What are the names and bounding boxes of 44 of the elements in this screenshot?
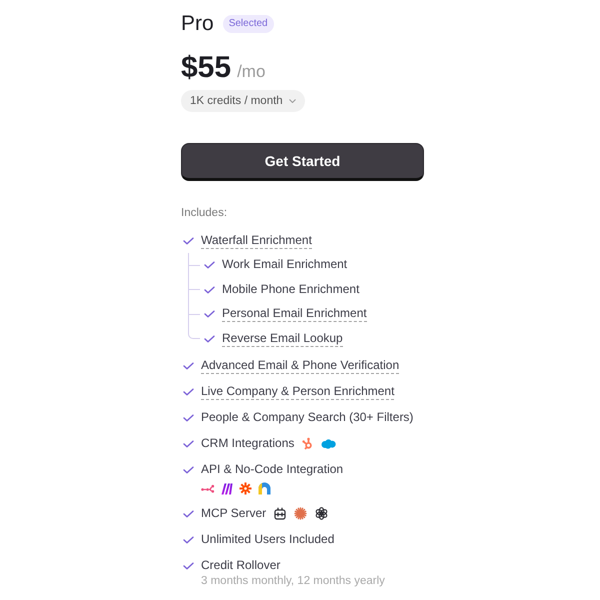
- get-started-button[interactable]: Get Started: [181, 143, 424, 181]
- check-icon: [204, 261, 215, 269]
- feature-note: 3 months monthly, 12 months yearly: [201, 574, 385, 588]
- feature-label: MCP Server: [201, 506, 266, 522]
- check-icon: [183, 237, 194, 245]
- feature-label: Waterfall Enrichment: [201, 233, 312, 249]
- check-icon: [183, 440, 194, 448]
- cloud-icon: [321, 438, 336, 449]
- gear-icon: [239, 482, 252, 496]
- price-period: /mo: [237, 62, 266, 82]
- knot-icon: [315, 507, 328, 520]
- check-icon: [183, 536, 194, 544]
- feature-label: People & Company Search (30+ Filters): [201, 410, 414, 426]
- check-icon: [183, 510, 194, 518]
- check-icon: [204, 310, 215, 318]
- feature-label: Personal Email Enrichment: [222, 306, 367, 322]
- selected-badge: Selected: [222, 15, 274, 33]
- feature-label: Work Email Enrichment: [222, 257, 348, 273]
- check-icon: [183, 562, 194, 570]
- check-icon: [183, 362, 194, 370]
- feature-label: API & No-Code Integration: [201, 462, 344, 478]
- feature-label: CRM Integrations: [201, 436, 294, 452]
- chevron-down-icon: [288, 99, 296, 103]
- arch-icon: [258, 482, 271, 496]
- feature-label: Unlimited Users Included: [201, 532, 334, 548]
- check-icon: [183, 414, 194, 422]
- plan-name: Pro: [181, 12, 214, 36]
- sprocket-icon: [302, 437, 314, 450]
- feature-label: Advanced Email & Phone Verification: [201, 358, 400, 374]
- check-icon: [183, 388, 194, 396]
- slanted-bars-icon: [221, 482, 233, 495]
- check-icon: [204, 286, 215, 294]
- node-link-icon: [201, 484, 215, 494]
- robot-icon: [274, 507, 286, 520]
- feature-label: Credit Rollover: [201, 558, 280, 574]
- includes-label: Includes:: [181, 206, 228, 221]
- check-icon: [183, 466, 194, 474]
- feature-label: Mobile Phone Enrichment: [222, 282, 360, 298]
- price-amount: $55: [181, 51, 232, 85]
- feature-label: Reverse Email Lookup: [222, 330, 343, 346]
- feature-label: Live Company & Person Enrichment: [201, 384, 394, 400]
- asterisk-icon: [294, 507, 308, 520]
- check-icon: [204, 334, 215, 342]
- credits-dropdown[interactable]: 1K credits / month: [181, 90, 305, 112]
